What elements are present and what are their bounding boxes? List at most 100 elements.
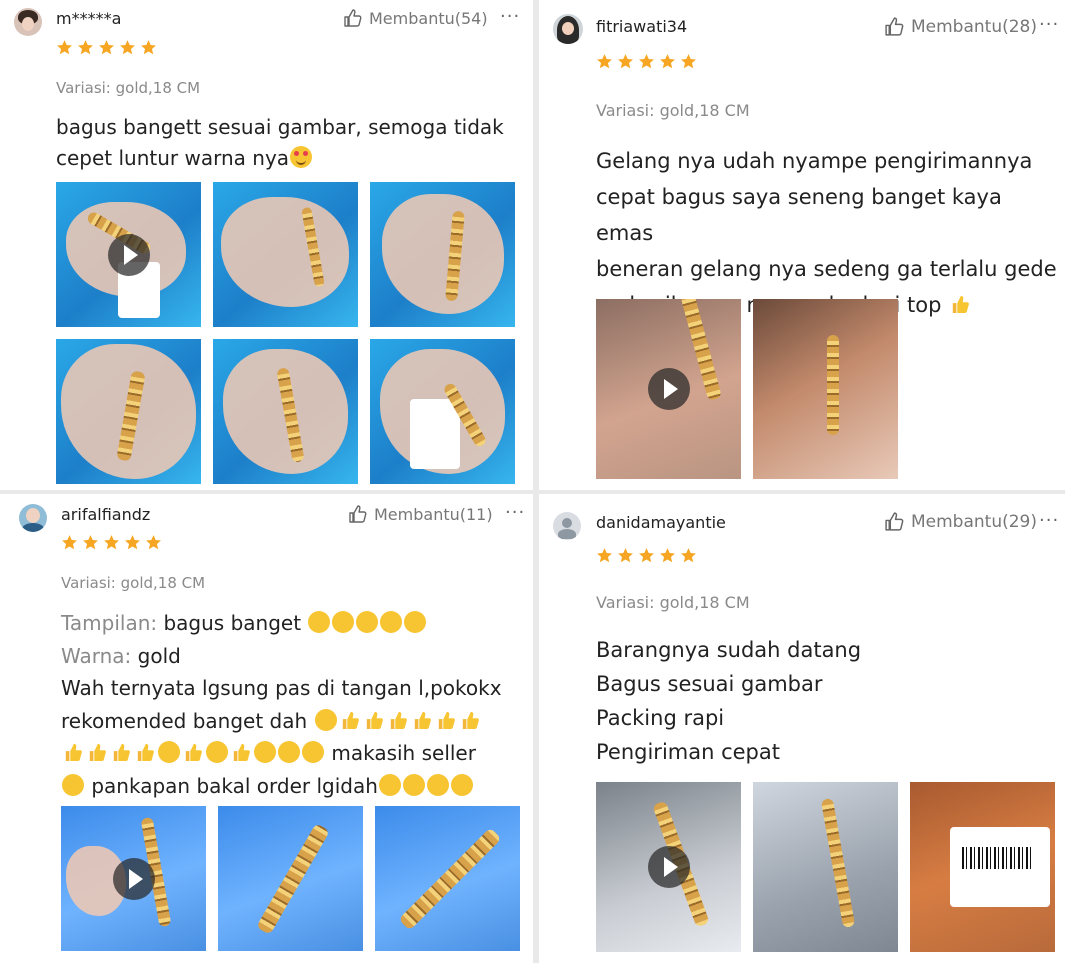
more-icon[interactable]: ···: [1039, 14, 1059, 35]
more-icon[interactable]: ···: [505, 502, 525, 523]
thumbs-up-emoji-icon: [62, 741, 84, 763]
review-text: Gelang nya udah nyampe pengirimannya cep…: [596, 143, 1061, 323]
helpful-button[interactable]: Membantu(54): [343, 8, 488, 28]
review-photo[interactable]: [56, 339, 201, 484]
hugging-emoji-icon: [62, 773, 84, 796]
reviewer-name[interactable]: m*****a: [56, 9, 121, 28]
star-rating: [56, 39, 157, 56]
thumbs-up-emoji-icon: [182, 741, 204, 763]
more-icon[interactable]: ···: [1039, 510, 1059, 531]
avatar[interactable]: [14, 8, 42, 36]
star-icon: [145, 534, 162, 551]
review-photo[interactable]: [218, 806, 363, 951]
play-icon[interactable]: [112, 857, 155, 900]
thumbs-up-emoji-icon: [363, 709, 385, 731]
star-icon: [659, 53, 676, 70]
star-icon: [617, 53, 634, 70]
review-text: Barangnya sudah datang Bagus sesuai gamb…: [596, 633, 1061, 769]
review-line-2: cepet luntur warna nya: [56, 143, 526, 174]
review-video-thumbnail[interactable]: [56, 182, 201, 327]
slight-smile-emoji-icon: [450, 773, 473, 796]
attribute-color: Warna: gold: [61, 643, 181, 668]
review-photo[interactable]: [910, 782, 1055, 952]
attribute-appearance: Tampilan: bagus banget: [61, 607, 526, 640]
reviewer-name[interactable]: danidamayantie: [596, 513, 726, 532]
smiling-hearts-emoji-icon: [290, 146, 313, 168]
review-card: fitriawati34 Membantu(28) ··· Variasi: g…: [539, 0, 1065, 490]
star-icon: [680, 53, 697, 70]
thumbs-up-icon: [884, 16, 905, 37]
review-photo[interactable]: [213, 182, 358, 327]
star-rating: [596, 547, 697, 564]
thumbs-up-emoji-icon: [459, 709, 481, 731]
more-icon[interactable]: ···: [500, 6, 520, 27]
thumbs-up-icon: [348, 504, 368, 524]
variant-label: Variasi: gold,18 CM: [596, 593, 750, 612]
star-rating: [61, 534, 162, 551]
review-card: m*****a Membantu(54) ··· Variasi: gold,1…: [0, 0, 533, 490]
star-icon: [680, 547, 697, 564]
thumbs-up-icon: [343, 8, 363, 28]
review-card: arifalfiandz Membantu(11) ··· Variasi: g…: [0, 494, 533, 963]
slight-smile-emoji-icon: [402, 773, 425, 796]
helpful-count: Membantu(54): [369, 8, 488, 28]
star-icon: [77, 39, 94, 56]
thumbs-up-emoji-icon: [230, 741, 252, 763]
thumbs-up-emoji-icon: [134, 741, 156, 763]
helpful-count: Membantu(29): [911, 511, 1038, 532]
review-line: Bagus sesuai gambar: [596, 672, 823, 696]
helpful-count: Membantu(28): [911, 16, 1038, 37]
review-photo[interactable]: [753, 299, 898, 479]
star-icon: [98, 39, 115, 56]
avatar-placeholder-icon[interactable]: [553, 512, 581, 540]
heart-eyes-emoji-icon: [158, 741, 180, 763]
slight-smile-emoji-icon: [426, 773, 449, 796]
variant-label: Variasi: gold,18 CM: [56, 79, 201, 97]
helpful-button[interactable]: Membantu(29): [884, 511, 1037, 532]
heart-eyes-emoji-icon: [254, 741, 276, 763]
reviewer-name[interactable]: fitriawati34: [596, 17, 687, 36]
review-photo[interactable]: [753, 782, 898, 952]
review-line-emoji: pankapan bakal order lgidah: [61, 770, 526, 803]
avatar[interactable]: [19, 504, 47, 532]
review-text: Tampilan: bagus banget Warna: gold Wah t…: [61, 607, 526, 802]
star-icon: [659, 547, 676, 564]
review-line: Pengiriman cepat: [596, 740, 780, 764]
star-icon: [103, 534, 120, 551]
review-photo[interactable]: [213, 339, 358, 484]
helpful-button[interactable]: Membantu(11): [348, 504, 493, 524]
slight-smile-emoji-icon: [378, 773, 401, 796]
heart-eyes-emoji-icon: [314, 708, 337, 731]
helpful-count: Membantu(11): [374, 504, 493, 524]
play-icon[interactable]: [107, 233, 150, 276]
play-icon[interactable]: [647, 368, 690, 410]
helpful-button[interactable]: Membantu(28): [884, 16, 1037, 37]
review-photo[interactable]: [370, 339, 515, 484]
thumbs-up-emoji-icon: [339, 709, 361, 731]
thumbs-up-emoji-icon: [949, 293, 971, 315]
star-icon: [82, 534, 99, 551]
play-icon[interactable]: [647, 846, 690, 888]
reviewer-name[interactable]: arifalfiandz: [61, 505, 150, 524]
review-video-thumbnail[interactable]: [61, 806, 206, 951]
star-icon: [124, 534, 141, 551]
star-icon: [638, 547, 655, 564]
review-line: cepat bagus saya seneng banget kaya emas: [596, 185, 1002, 245]
review-line: Gelang nya udah nyampe pengirimannya: [596, 149, 1033, 173]
review-photo[interactable]: [375, 806, 520, 951]
review-photo[interactable]: [370, 182, 515, 327]
review-video-thumbnail[interactable]: [596, 782, 741, 952]
review-video-thumbnail[interactable]: [596, 299, 741, 479]
review-text: bagus bangett sesuai gambar, semoga tida…: [56, 112, 526, 174]
thumbs-up-icon: [884, 511, 905, 532]
variant-label: Variasi: gold,18 CM: [596, 101, 750, 120]
heart-eyes-emoji-icon: [308, 611, 331, 633]
thumbs-up-emoji-icon: [435, 709, 457, 731]
thumbs-up-emoji-icon: [411, 709, 433, 731]
review-line: beneran gelang nya sedeng ga terlalu ged…: [596, 257, 1057, 281]
heart-eyes-emoji-icon: [332, 611, 355, 633]
review-line: Packing rapi: [596, 706, 725, 730]
thumbs-up-emoji-icon: [110, 741, 132, 763]
avatar[interactable]: [553, 14, 583, 44]
heart-eyes-emoji-icon: [404, 611, 427, 633]
